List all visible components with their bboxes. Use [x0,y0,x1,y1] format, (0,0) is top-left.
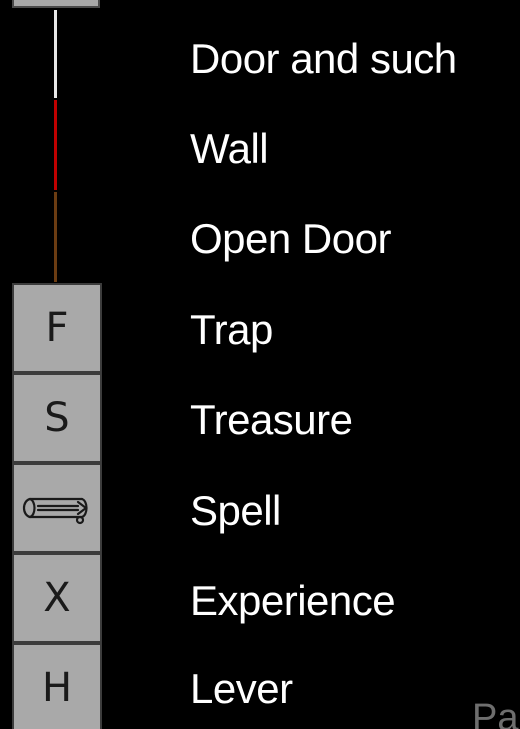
trap-glyph: F [45,305,69,351]
trap-tile: F [12,283,102,373]
lever-tile: H [12,643,102,729]
treasure-glyph: S [44,395,70,441]
map-legend: F S X H Door and such Wall Open Door Tra… [0,0,520,729]
legend-label-spell: Spell [190,487,281,534]
legend-label-trap: Trap [190,306,273,353]
legend-label-open-door: Open Door [190,215,391,262]
spell-tile [12,463,102,553]
legend-label-lever: Lever [190,665,293,712]
scroll-icon [20,488,94,528]
treasure-tile: S [12,373,102,463]
legend-label-door: Door and such [190,35,457,82]
legend-tile-partial [12,0,100,8]
experience-glyph: X [43,575,71,621]
experience-tile: X [12,553,102,643]
door-line-marker [54,10,57,98]
truncated-corner-text: Pa [472,697,519,729]
wall-line-marker [54,100,57,190]
legend-label-wall: Wall [190,125,269,172]
legend-label-experience: Experience [190,577,396,624]
open-door-line-marker [54,192,57,282]
legend-label-treasure: Treasure [190,396,353,443]
lever-glyph: H [41,665,73,711]
